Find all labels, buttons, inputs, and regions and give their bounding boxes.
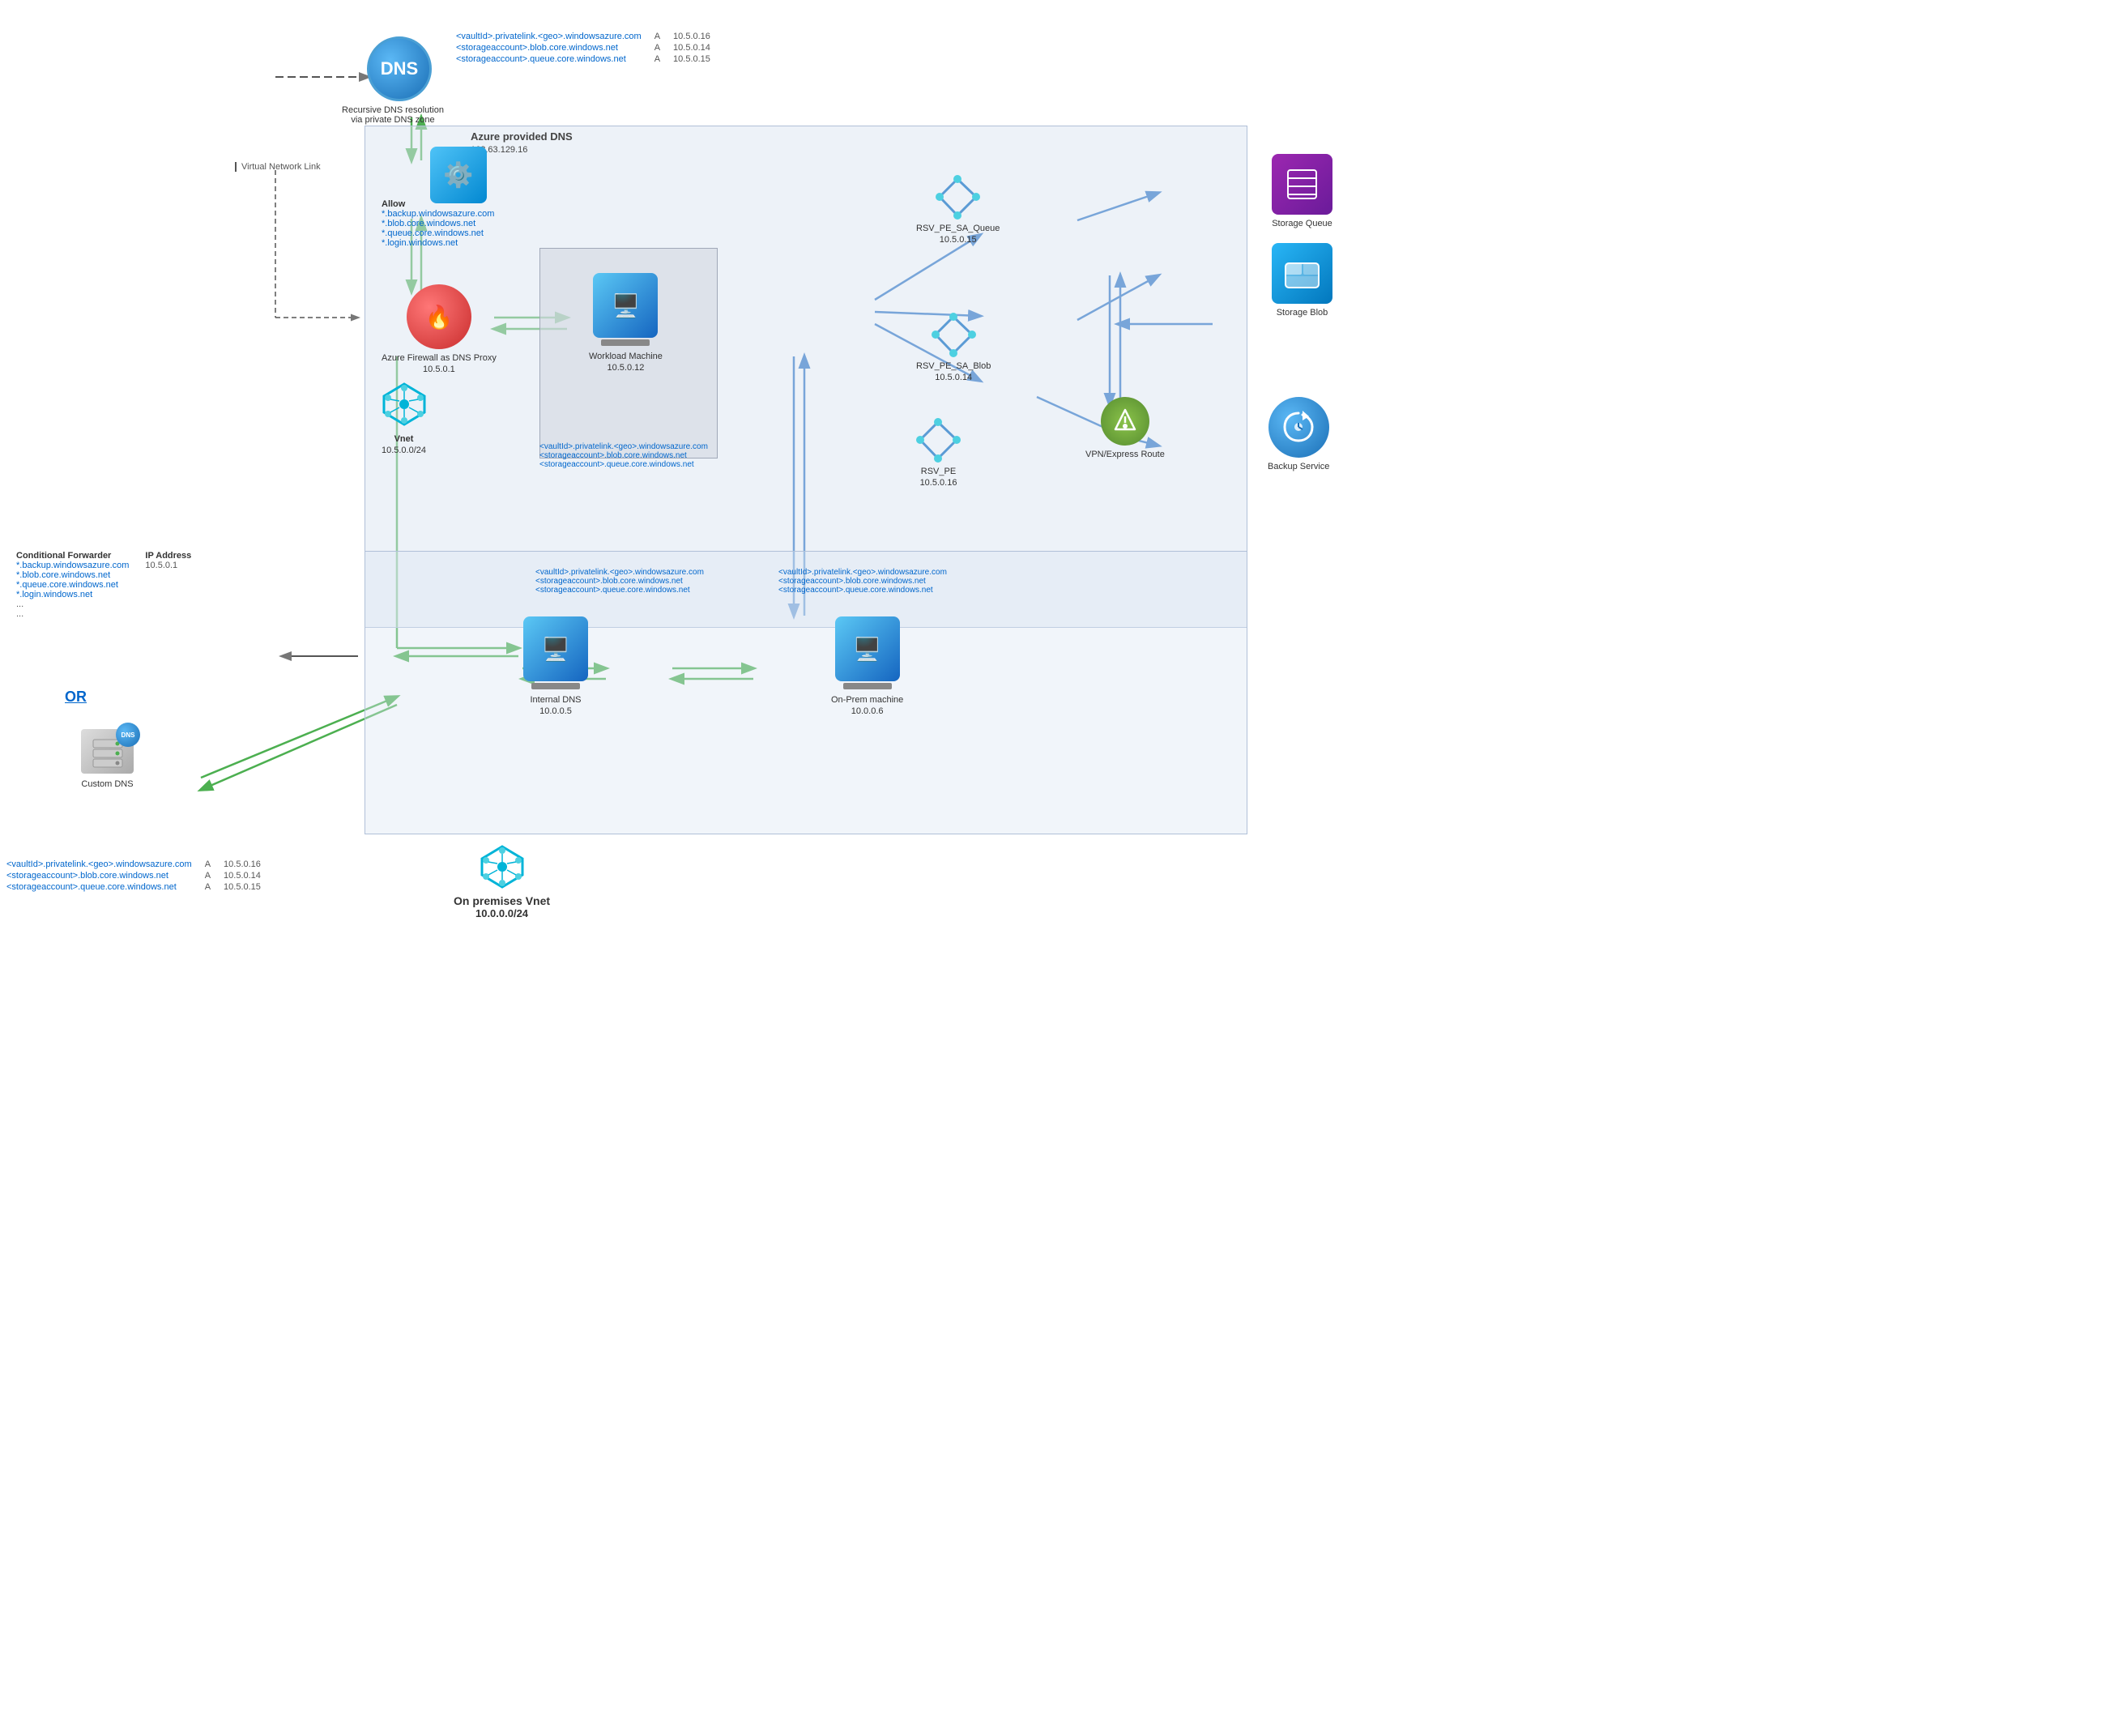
workload-machine-label: Workload Machine 10.5.0.12 bbox=[589, 351, 663, 374]
workload-machine-icon: 🖥️ bbox=[593, 273, 658, 338]
workload-box: 🖥️ Workload Machine 10.5.0.12 bbox=[539, 248, 718, 459]
rsv-pe-sa-blob-container: RSV_PE_SA_Blob 10.5.0.14 bbox=[916, 313, 991, 384]
dns-bot-row2-ip: 10.5.0.14 bbox=[217, 870, 267, 881]
cf-row2-ip bbox=[145, 570, 191, 580]
backup-service-icon bbox=[1268, 397, 1329, 458]
dns-cloud-icon: DNS bbox=[367, 36, 432, 101]
internal-dns-container: 🖥️ Internal DNS 10.0.0.5 bbox=[523, 616, 588, 718]
cf-row3-domain: *.queue.core.windows.net bbox=[16, 580, 145, 590]
cf-row2-domain: *.blob.core.windows.net bbox=[16, 570, 145, 580]
internal-dns-icon: 🖥️ bbox=[523, 616, 588, 681]
vpn-express-icon bbox=[1101, 397, 1149, 446]
vpn-express-label: VPN/Express Route bbox=[1085, 449, 1165, 460]
backup-service-container: Backup Service bbox=[1268, 397, 1329, 472]
on-prem-machine-container: 🖥️ On-Prem machine 10.0.0.6 bbox=[831, 616, 903, 718]
cf-header2: IP Address bbox=[145, 551, 191, 561]
dns-row2-fqdn: <storageaccount>.blob.core.windows.net bbox=[450, 42, 648, 53]
dns-row2-ip: 10.5.0.14 bbox=[667, 42, 717, 53]
azure-dns-records-inner: <vaultId>.privatelink.<geo>.windowsazure… bbox=[539, 442, 708, 469]
storage-blob-icon bbox=[1272, 243, 1332, 304]
dns-row1-ip: 10.5.0.16 bbox=[667, 31, 717, 42]
dns-row3-ip: 10.5.0.15 bbox=[667, 53, 717, 65]
custom-dns-label: Custom DNS bbox=[81, 778, 133, 790]
rsv-pe-sa-queue-container: RSV_PE_SA_Queue 10.5.0.15 bbox=[916, 175, 1000, 246]
on-prem-region-box: <vaultId>.privatelink.<geo>.windowsazure… bbox=[365, 551, 1247, 834]
dns-row1-type: A bbox=[648, 31, 667, 42]
firewall-icon: 🔥 bbox=[407, 284, 471, 349]
rsv-pe-sa-queue-label: RSV_PE_SA_Queue 10.5.0.15 bbox=[916, 223, 1000, 246]
custom-dns-server-body: DNS bbox=[81, 729, 134, 774]
dns-table-top: <vaultId>.privatelink.<geo>.windowsazure… bbox=[450, 31, 717, 65]
cf-row1-domain: *.backup.windowsazure.com bbox=[16, 561, 145, 570]
vnet-label: Vnet 10.5.0.0/24 bbox=[382, 433, 426, 457]
vnet-icon bbox=[377, 377, 430, 430]
recursive-dns-label: Recursive DNS resolution via private DNS… bbox=[340, 105, 446, 125]
cf-row6-domain: ... bbox=[16, 609, 145, 619]
rsv-pe-icon bbox=[916, 418, 961, 463]
cf-row4-ip bbox=[145, 590, 191, 599]
firewall-icon-container: 🔥 Azure Firewall as DNS Proxy 10.5.0.1 bbox=[382, 284, 497, 376]
rsv-pe-label: RSV_PE 10.5.0.16 bbox=[920, 466, 957, 489]
allow-item-2: *.blob.core.windows.net bbox=[382, 219, 494, 228]
azure-dns-icon: ⚙️ bbox=[430, 147, 487, 203]
on-prem-machine-label: On-Prem machine 10.0.0.6 bbox=[831, 694, 903, 718]
allow-title: Allow bbox=[382, 199, 494, 209]
dns-row2-type: A bbox=[648, 42, 667, 53]
on-prem-vnet-label: On premises Vnet 10.0.0.0/24 bbox=[454, 842, 550, 919]
backup-service-label: Backup Service bbox=[1268, 461, 1329, 472]
cf-header1: Conditional Forwarder bbox=[16, 551, 145, 561]
cf-row5-ip bbox=[145, 599, 191, 609]
dns-bot-row1-fqdn: <vaultId>.privatelink.<geo>.windowsazure… bbox=[0, 859, 198, 870]
storage-queue-container: Storage Queue bbox=[1272, 154, 1332, 229]
dns-bot-row2-fqdn: <storageaccount>.blob.core.windows.net bbox=[0, 870, 198, 881]
storage-blob-container: Storage Blob bbox=[1272, 243, 1332, 318]
dns-bot-row3-type: A bbox=[198, 881, 217, 893]
rsv-pe-sa-blob-label: RSV_PE_SA_Blob 10.5.0.14 bbox=[916, 360, 991, 384]
or-label: OR bbox=[65, 689, 87, 706]
dns-bot-row3-ip: 10.5.0.15 bbox=[217, 881, 267, 893]
on-prem-vnet-icon bbox=[478, 842, 527, 891]
storage-queue-icon bbox=[1272, 154, 1332, 215]
cf-row5-domain: ... bbox=[16, 599, 145, 609]
diagram-container: <vaultId>.privatelink.<geo>.windowsazure… bbox=[0, 0, 2102, 1736]
dns-bot-row1-ip: 10.5.0.16 bbox=[217, 859, 267, 870]
vpn-express-container: VPN/Express Route bbox=[1085, 397, 1165, 460]
custom-dns-badge: DNS bbox=[116, 723, 140, 747]
storage-queue-label: Storage Queue bbox=[1272, 218, 1332, 229]
cf-row4-domain: *.login.windows.net bbox=[16, 590, 145, 599]
internal-dns-label: Internal DNS 10.0.0.5 bbox=[531, 694, 582, 718]
cf-row3-ip bbox=[145, 580, 191, 590]
cf-row1-ip: 10.5.0.1 bbox=[145, 561, 191, 570]
rsv-pe-sa-blob-icon bbox=[932, 313, 976, 357]
dns-row3-fqdn: <storageaccount>.queue.core.windows.net bbox=[450, 53, 648, 65]
virtual-network-link-label: Virtual Network Link bbox=[235, 162, 321, 172]
custom-dns-container: DNS Custom DNS bbox=[81, 729, 134, 790]
rsv-pe-sa-queue-icon bbox=[936, 175, 980, 220]
vnet-icon-container: Vnet 10.5.0.0/24 bbox=[377, 377, 430, 457]
azure-dns-icon-container: ⚙️ bbox=[430, 147, 487, 203]
on-prem-machine-icon: 🖥️ bbox=[835, 616, 900, 681]
allow-item-3: *.queue.core.windows.net bbox=[382, 228, 494, 238]
cf-row6-ip bbox=[145, 609, 191, 619]
allow-list: Allow *.backup.windowsazure.com *.blob.c… bbox=[382, 199, 494, 248]
dns-cloud-icon-container: DNS bbox=[367, 36, 432, 105]
workload-machine-container: 🖥️ Workload Machine 10.5.0.12 bbox=[589, 273, 663, 374]
dns-bot-row3-fqdn: <storageaccount>.queue.core.windows.net bbox=[0, 881, 198, 893]
dns-row1-fqdn: <vaultId>.privatelink.<geo>.windowsazure… bbox=[450, 31, 648, 42]
dns-bot-row1-type: A bbox=[198, 859, 217, 870]
rsv-pe-container: RSV_PE 10.5.0.16 bbox=[916, 418, 961, 489]
dns-row3-type: A bbox=[648, 53, 667, 65]
firewall-label: Azure Firewall as DNS Proxy 10.5.0.1 bbox=[382, 352, 497, 376]
dns-bot-row2-type: A bbox=[198, 870, 217, 881]
allow-item-1: *.backup.windowsazure.com bbox=[382, 209, 494, 219]
allow-item-4: *.login.windows.net bbox=[382, 238, 494, 248]
conditional-forwarder-table: Conditional Forwarder IP Address *.backu… bbox=[16, 551, 191, 619]
storage-blob-label: Storage Blob bbox=[1277, 307, 1328, 318]
on-prem-dns-records: <vaultId>.privatelink.<geo>.windowsazure… bbox=[535, 568, 704, 595]
on-prem-machine-dns-records: <vaultId>.privatelink.<geo>.windowsazure… bbox=[778, 568, 947, 595]
dns-table-bottom: <vaultId>.privatelink.<geo>.windowsazure… bbox=[0, 859, 267, 893]
